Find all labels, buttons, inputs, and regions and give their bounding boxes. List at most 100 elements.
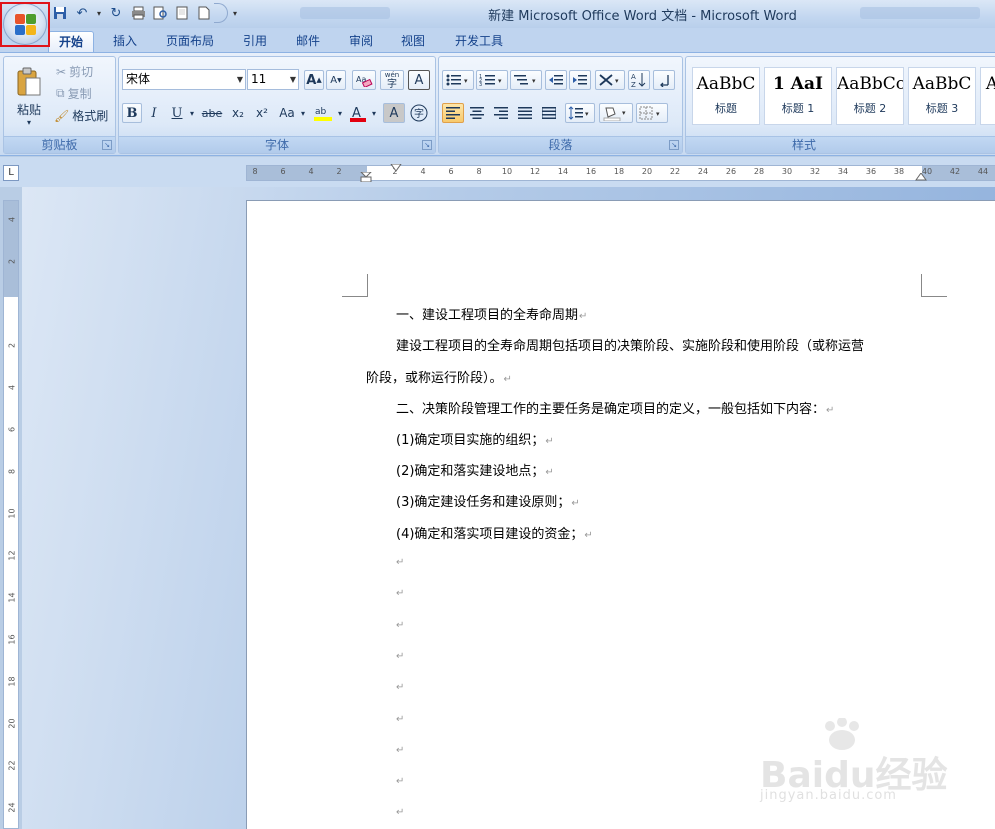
- bold-button[interactable]: B: [122, 103, 142, 123]
- style-heading-3[interactable]: AaBbC 标题 3: [908, 67, 976, 125]
- ruler-tick-label: 6: [280, 167, 286, 176]
- tab-home[interactable]: 开始: [48, 31, 95, 52]
- paste-dropdown-icon: ▾: [26, 118, 31, 127]
- increase-indent-icon: [573, 75, 587, 85]
- office-button[interactable]: [3, 3, 47, 45]
- tab-insert[interactable]: 插入: [103, 31, 147, 52]
- borders-button[interactable]: ▾: [636, 103, 668, 123]
- multilevel-list-button[interactable]: ▾: [510, 70, 542, 90]
- paste-button[interactable]: 粘贴 ▾: [8, 61, 50, 133]
- paint-bucket-icon: ▾: [603, 107, 626, 121]
- shrink-font-button[interactable]: A ▼: [326, 70, 346, 90]
- svg-text:▾: ▾: [498, 77, 502, 85]
- right-indent-marker-icon[interactable]: [915, 173, 927, 181]
- chinese-layout-icon: ▾: [599, 74, 619, 86]
- style-heading-2[interactable]: AaBbCc 标题 2: [836, 67, 904, 125]
- subscript-button[interactable]: x₂: [227, 103, 249, 123]
- print-preview-icon[interactable]: [150, 3, 170, 23]
- font-size-combo[interactable]: 11 ▼: [247, 69, 299, 90]
- clear-formatting-button[interactable]: Aa: [352, 70, 376, 90]
- strikethrough-button[interactable]: abe: [199, 103, 225, 123]
- tab-references[interactable]: 引用: [233, 31, 277, 52]
- document-heading[interactable]: 二、决策阶段管理工作的主要任务是确定项目的定义，一般包括如下内容：↵: [396, 398, 834, 417]
- sort-button[interactable]: AZ: [628, 70, 650, 90]
- eraser-icon: Aa: [356, 75, 373, 87]
- align-left-icon: [446, 107, 460, 119]
- highlight-dropdown-icon[interactable]: ▾: [335, 103, 345, 123]
- underline-button[interactable]: U: [167, 103, 187, 123]
- change-case-button[interactable]: Aa: [276, 103, 298, 123]
- document-list-item[interactable]: (4)确定和落实项目建设的资金；↵: [396, 523, 593, 542]
- superscript-button[interactable]: x²: [251, 103, 273, 123]
- character-border-button[interactable]: A: [408, 70, 430, 90]
- font-name-value: 宋体: [126, 72, 151, 86]
- show-marks-button[interactable]: [653, 70, 675, 90]
- italic-button[interactable]: I: [144, 103, 164, 123]
- document-heading[interactable]: 一、建设工程项目的全寿命周期↵: [396, 304, 587, 323]
- ruler-tick-label: 12: [529, 167, 541, 176]
- cut-button[interactable]: ✂ 剪切: [56, 63, 93, 80]
- paragraph-launcher-icon[interactable]: ↘: [669, 140, 679, 150]
- print-icon[interactable]: [128, 3, 148, 23]
- document-list-item[interactable]: (3)确定建设任务和建设原则；↵: [396, 491, 580, 510]
- tab-mailings[interactable]: 邮件: [286, 31, 330, 52]
- align-center-button[interactable]: [466, 103, 488, 123]
- phonetic-guide-button[interactable]: wén 字: [380, 70, 404, 90]
- line-spacing-button[interactable]: ▾: [565, 103, 595, 123]
- justify-button[interactable]: [514, 103, 536, 123]
- style-next[interactable]: A: [980, 67, 995, 125]
- vertical-ruler-tick-label: 10: [7, 508, 17, 519]
- enclose-characters-button[interactable]: 字: [408, 103, 430, 123]
- align-right-button[interactable]: [490, 103, 512, 123]
- justify-icon: [518, 107, 532, 119]
- chinese-layout-button[interactable]: ▾: [595, 70, 625, 90]
- first-line-indent-marker-icon[interactable]: [390, 164, 402, 172]
- tab-developer[interactable]: 开发工具: [445, 31, 513, 52]
- horizontal-ruler[interactable]: 8 6 4 2 2 4 6 8 10 12 14 16 18 20 22 24 26 28 30 32 34 36 38 40…: [246, 164, 995, 182]
- numbering-button[interactable]: 1 2 3 ▾: [476, 70, 508, 90]
- style-title[interactable]: AaBbC 标题: [692, 67, 760, 125]
- undo-icon[interactable]: ↶: [72, 3, 92, 23]
- redo-icon[interactable]: ↻: [106, 3, 126, 23]
- increase-indent-button[interactable]: [569, 70, 591, 90]
- left-indent-marker-icon[interactable]: [360, 172, 372, 182]
- shading-button[interactable]: ▾: [599, 103, 633, 123]
- tab-review[interactable]: 审阅: [339, 31, 383, 52]
- document-list-item[interactable]: (1)确定项目实施的组织；↵: [396, 429, 554, 448]
- clipboard-launcher-icon[interactable]: ↘: [102, 140, 112, 150]
- ruler-bar: L 8 6 4 2 2 4 6 8 10 12 14 16 18 20 22 24 26 28 30 32 34 36 38…: [0, 157, 995, 187]
- format-painter-button[interactable]: 🖌 格式刷: [54, 107, 108, 124]
- vertical-ruler[interactable]: 4 2 2 4 6 8 10 12 14 16 18 20 22 24: [3, 200, 19, 829]
- bullets-button[interactable]: ▾: [442, 70, 474, 90]
- bullets-icon: ▾: [446, 74, 468, 86]
- new-document-icon[interactable]: [172, 3, 192, 23]
- change-case-dropdown-icon[interactable]: ▾: [298, 103, 308, 123]
- customize-qat-icon[interactable]: ▾: [230, 3, 240, 23]
- blank-page-icon[interactable]: [194, 3, 214, 23]
- ribbon-tabs: 开始 插入 页面布局 引用 邮件 审阅 视图 开发工具: [0, 28, 995, 52]
- tab-view[interactable]: 视图: [391, 31, 435, 52]
- svg-text:字: 字: [414, 107, 424, 120]
- align-left-button[interactable]: [442, 103, 464, 123]
- tab-page-layout[interactable]: 页面布局: [156, 31, 224, 52]
- decrease-indent-button[interactable]: [545, 70, 567, 90]
- document-paragraph-line[interactable]: 建设工程项目的全寿命周期包括项目的决策阶段、实施阶段和使用阶段（或称运营: [396, 335, 864, 354]
- document-paragraph-line[interactable]: 阶段，或称运行阶段）。↵: [366, 367, 512, 386]
- copy-button[interactable]: ⧉ 复制: [56, 85, 92, 102]
- ruler-tick-label: 22: [669, 167, 681, 176]
- font-color-button[interactable]: A: [347, 103, 369, 123]
- font-launcher-icon[interactable]: ↘: [422, 140, 432, 150]
- character-shading-button[interactable]: A: [383, 103, 405, 123]
- distributed-button[interactable]: [538, 103, 560, 123]
- undo-dropdown-icon[interactable]: ▾: [94, 3, 104, 23]
- grow-font-button[interactable]: A ▲: [304, 70, 324, 90]
- save-icon[interactable]: [50, 3, 70, 23]
- document-list-item[interactable]: (2)确定和落实建设地点；↵: [396, 460, 554, 479]
- underline-dropdown-icon[interactable]: ▾: [187, 103, 197, 123]
- svg-text:▾: ▾: [464, 77, 468, 85]
- highlight-color-button[interactable]: ab: [311, 103, 335, 123]
- font-name-combo[interactable]: 宋体 ▼: [122, 69, 246, 90]
- style-heading-1[interactable]: 1 AaI 标题 1: [764, 67, 832, 125]
- tab-selector-icon[interactable]: L: [3, 165, 19, 181]
- font-color-dropdown-icon[interactable]: ▾: [369, 103, 379, 123]
